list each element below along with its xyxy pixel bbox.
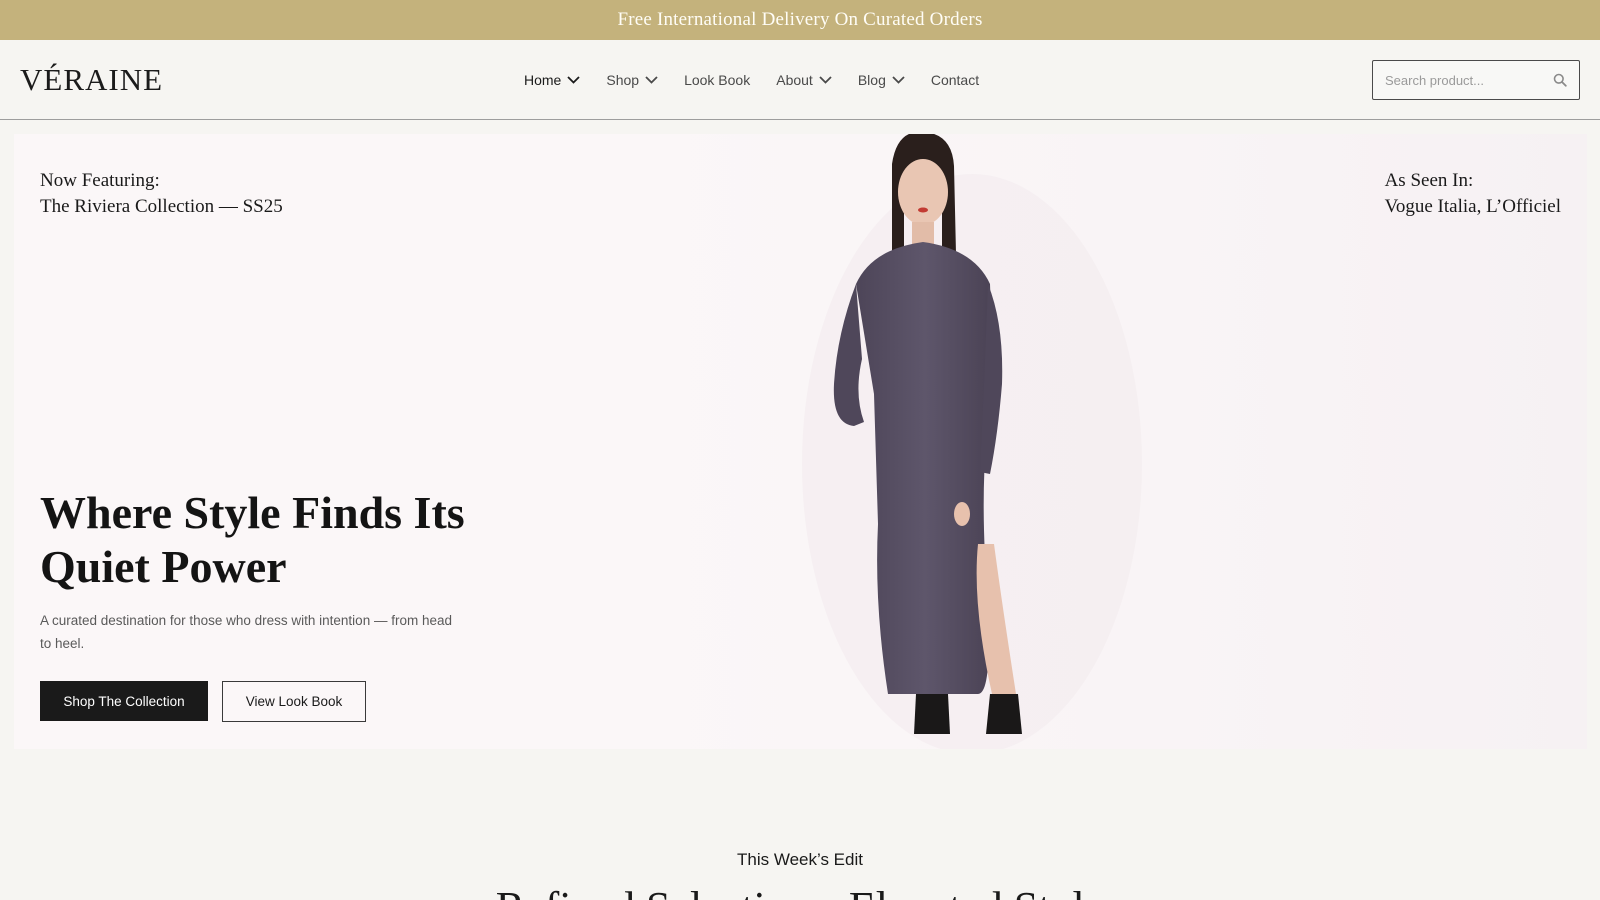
nav-item-shop[interactable]: Shop (606, 72, 658, 88)
as-seen-in: As Seen In: Vogue Italia, L’Officiel (1385, 168, 1561, 220)
featuring-collection: The Riviera Collection — SS25 (40, 196, 283, 217)
hero-title: Where Style Finds Its Quiet Power (40, 487, 465, 592)
nav-label: Shop (606, 72, 640, 88)
seen-label: As Seen In: (1384, 170, 1474, 191)
search-box (1372, 60, 1580, 100)
announcement-bar: Free International Delivery On Curated O… (0, 0, 1600, 40)
site-header: VÉRAINE Home Shop Look Book About Blog C… (0, 40, 1600, 120)
search-icon[interactable] (1553, 73, 1567, 87)
nav-item-home[interactable]: Home (524, 72, 580, 88)
view-look-book-button[interactable]: View Look Book (222, 681, 366, 722)
announcement-text: Free International Delivery On Curated O… (617, 9, 983, 30)
chevron-down-icon (567, 76, 580, 84)
model-illustration (802, 134, 1142, 749)
hero-subtitle: A curated destination for those who dres… (40, 613, 452, 651)
nav-item-look-book[interactable]: Look Book (684, 72, 750, 88)
hero-model-photo (642, 134, 1587, 749)
brand-logo[interactable]: VÉRAINE (20, 62, 163, 98)
now-featuring: Now Featuring: The Riviera Collection — … (40, 168, 283, 220)
nav-item-contact[interactable]: Contact (931, 72, 979, 88)
chevron-down-icon (892, 76, 905, 84)
search-input[interactable] (1385, 72, 1545, 88)
nav-label: About (776, 72, 813, 88)
featuring-label: Now Featuring: (40, 170, 160, 191)
nav-item-blog[interactable]: Blog (858, 72, 905, 88)
shop-collection-button[interactable]: Shop The Collection (40, 681, 208, 721)
section-kicker: This Week’s Edit (737, 850, 863, 869)
chevron-down-icon (645, 76, 658, 84)
nav-label: Look Book (684, 72, 751, 88)
hero-banner: Now Featuring: The Riviera Collection — … (14, 134, 1587, 749)
nav-label: Blog (857, 72, 886, 88)
main-nav: Home Shop Look Book About Blog Contact (524, 40, 979, 120)
nav-label: Contact (930, 72, 980, 88)
section-title: Refined Selections, Elevated Style (0, 882, 1600, 900)
chevron-down-icon (819, 76, 832, 84)
nav-item-about[interactable]: About (776, 72, 832, 88)
nav-label: Home (524, 72, 562, 88)
seen-publications: Vogue Italia, L’Officiel (1384, 196, 1561, 217)
